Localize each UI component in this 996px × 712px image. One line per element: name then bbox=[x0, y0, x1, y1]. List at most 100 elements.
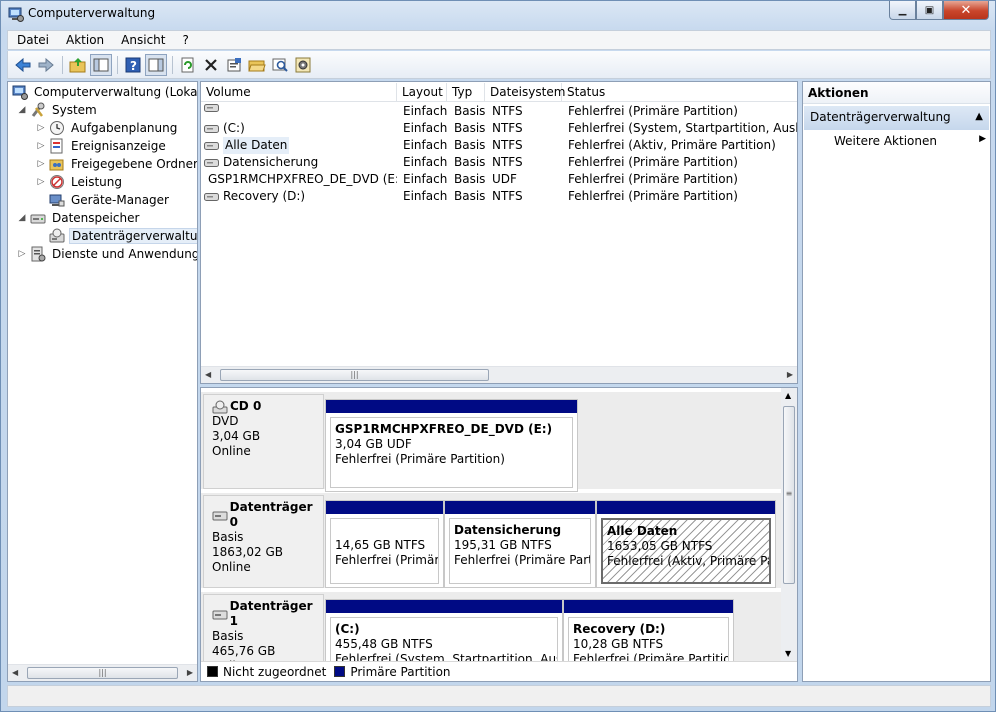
primary-partition-bar bbox=[326, 600, 562, 613]
view-icon[interactable] bbox=[145, 53, 167, 76]
column-volume[interactable]: Volume bbox=[201, 83, 397, 102]
maximize-button[interactable]: ▣ bbox=[916, 1, 943, 20]
tree-label: Datenträgerverwaltung bbox=[69, 228, 197, 244]
tree-item-datentraegerverwaltung[interactable]: Datenträgerverwaltung bbox=[47, 227, 197, 245]
scrollbar-thumb[interactable]: ≡ bbox=[783, 406, 795, 584]
partition-status: Fehlerfrei (Primäre P bbox=[335, 553, 439, 567]
column-layout[interactable]: Layout bbox=[397, 83, 447, 102]
scroll-right-icon[interactable]: ▶ bbox=[787, 370, 793, 379]
column-typ[interactable]: Typ bbox=[447, 83, 485, 102]
show-hide-tree-icon[interactable] bbox=[90, 53, 112, 76]
expand-arrow-icon[interactable]: ▷ bbox=[35, 123, 47, 133]
collapse-arrow-icon[interactable]: ◢ bbox=[16, 105, 28, 115]
volume-list-horizontal-scrollbar[interactable]: ◀ ||| ▶ bbox=[201, 366, 797, 383]
primary-partition-bar bbox=[564, 600, 733, 613]
expand-arrow-icon[interactable]: ▷ bbox=[16, 249, 28, 259]
partition-size: 1653,05 GB NTFS bbox=[607, 539, 713, 553]
partition-status: Fehlerfrei (Primäre Partitio bbox=[454, 553, 591, 567]
properties-icon[interactable] bbox=[223, 54, 245, 76]
scroll-left-icon[interactable]: ◀ bbox=[12, 668, 18, 677]
disk-label-1[interactable]: Datenträger 1 Basis 465,76 GB Online bbox=[203, 594, 324, 673]
tree-item-datenspeicher[interactable]: ◢ Datenspeicher bbox=[16, 209, 141, 227]
volume-row[interactable]: Einfach Basis NTFS Fehlerfrei (Primäre P… bbox=[201, 103, 797, 120]
tree-item-aufgabenplanung[interactable]: ▷ Aufgabenplanung bbox=[35, 119, 179, 137]
partition-disk0-datensicherung[interactable]: Datensicherung 195,31 GB NTFS Fehlerfrei… bbox=[444, 500, 596, 588]
device-manager-icon bbox=[49, 192, 65, 208]
back-icon[interactable] bbox=[12, 54, 34, 76]
tree-item-system[interactable]: ◢ System bbox=[16, 101, 99, 119]
actions-section-datentraegerverwaltung[interactable]: Datenträgerverwaltung ▲ bbox=[804, 106, 989, 130]
tree-label: Geräte-Manager bbox=[71, 193, 169, 207]
refresh-icon[interactable] bbox=[177, 54, 199, 76]
actions-section-label: Datenträgerverwaltung bbox=[810, 110, 951, 124]
disk-map: CD 0 DVD 3,04 GB Online GSP1RMCHPXFREO_D… bbox=[200, 387, 798, 682]
up-folder-icon[interactable] bbox=[67, 54, 89, 76]
column-dateisystem[interactable]: Dateisystem bbox=[485, 83, 565, 102]
scrollbar-thumb[interactable]: ||| bbox=[27, 667, 178, 679]
disk-label-0[interactable]: Datenträger 0 Basis 1863,02 GB Online bbox=[203, 495, 324, 588]
volume-name: Alle Daten bbox=[223, 137, 290, 154]
expand-arrow-icon[interactable]: ▷ bbox=[35, 177, 47, 187]
performance-icon bbox=[49, 174, 65, 190]
volume-type: Basis bbox=[454, 138, 486, 152]
scroll-right-icon[interactable]: ▶ bbox=[187, 668, 193, 677]
actions-header: Aktionen bbox=[803, 82, 990, 104]
toolbar-separator bbox=[117, 55, 118, 74]
expand-arrow-icon[interactable]: ▷ bbox=[35, 141, 47, 151]
delete-icon[interactable] bbox=[200, 54, 222, 76]
partition-disk0-alle-daten[interactable]: Alle Daten 1653,05 GB NTFS Fehlerfrei (A… bbox=[596, 500, 776, 588]
volume-filesystem: NTFS bbox=[492, 189, 523, 203]
volume-status: Fehlerfrei (Primäre Partition) bbox=[568, 189, 738, 203]
weitere-aktionen-item[interactable]: Weitere Aktionen ▶ bbox=[834, 134, 986, 148]
tree-item-geraete-manager[interactable]: Geräte-Manager bbox=[47, 191, 171, 209]
tree-item-root[interactable]: Computerverwaltung (Lokal) bbox=[10, 83, 197, 101]
tree-item-ereignisanzeige[interactable]: ▷ Ereignisanzeige bbox=[35, 137, 168, 155]
menu-ansicht[interactable]: Ansicht bbox=[112, 33, 173, 47]
volume-row[interactable]: (C:) Einfach Basis NTFS Fehlerfrei (Syst… bbox=[201, 120, 797, 137]
volume-row[interactable]: GSP1RMCHPXFREO_DE_DVD (E:) Einfach Basis… bbox=[201, 171, 797, 188]
tree-item-dienste[interactable]: ▷ Dienste und Anwendungen bbox=[16, 245, 197, 263]
search-icon[interactable] bbox=[269, 54, 291, 76]
scroll-up-icon[interactable]: ▲ bbox=[785, 391, 791, 400]
partition-name bbox=[335, 523, 438, 538]
volume-row[interactable]: Datensicherung Einfach Basis NTFS Fehler… bbox=[201, 154, 797, 171]
disk-type: Basis bbox=[212, 530, 244, 544]
menu-datei[interactable]: Datei bbox=[8, 33, 57, 47]
drive-icon bbox=[204, 104, 219, 112]
forward-icon[interactable] bbox=[35, 54, 57, 76]
collapse-arrow-icon[interactable]: ◢ bbox=[16, 213, 28, 223]
open-icon[interactable] bbox=[246, 54, 268, 76]
disk-map-vertical-scrollbar[interactable]: ▲ ≡ ▼ bbox=[781, 388, 797, 661]
partition-disk1-c[interactable]: (C:) 455,48 GB NTFS Fehlerfrei (System, … bbox=[325, 599, 563, 669]
tree-item-leistung[interactable]: ▷ Leistung bbox=[35, 173, 124, 191]
column-status[interactable]: Status bbox=[562, 83, 797, 102]
scroll-left-icon[interactable]: ◀ bbox=[205, 370, 211, 379]
legend-primary: Primäre Partition bbox=[350, 664, 451, 679]
partition-size: 14,65 GB NTFS bbox=[335, 538, 426, 552]
settings-icon[interactable] bbox=[292, 54, 314, 76]
volume-row[interactable]: Recovery (D:) Einfach Basis NTFS Fehlerf… bbox=[201, 188, 797, 205]
tree-label: System bbox=[52, 103, 97, 117]
collapse-up-icon[interactable]: ▲ bbox=[975, 111, 983, 122]
partition-disk0-1[interactable]: 14,65 GB NTFS Fehlerfrei (Primäre P bbox=[325, 500, 444, 588]
minimize-button[interactable]: ▁ bbox=[889, 1, 916, 20]
disk-label-cd0[interactable]: CD 0 DVD 3,04 GB Online bbox=[203, 394, 324, 489]
drive-icon bbox=[204, 124, 219, 133]
tree-item-freigegebene-ordner[interactable]: ▷ Freigegebene Ordner bbox=[35, 155, 197, 173]
close-button[interactable]: ✕ bbox=[943, 1, 989, 20]
caption-buttons: ▁ ▣ ✕ bbox=[889, 1, 989, 20]
expand-arrow-icon[interactable]: ▷ bbox=[35, 159, 47, 169]
scroll-down-icon[interactable]: ▼ bbox=[785, 649, 791, 658]
tree-horizontal-scrollbar[interactable]: ◀ ||| ▶ bbox=[8, 664, 197, 681]
partition-cd0-e[interactable]: GSP1RMCHPXFREO_DE_DVD (E:) 3,04 GB UDF F… bbox=[325, 399, 578, 492]
volume-status: Fehlerfrei (System, Startpartition, Ausl… bbox=[568, 121, 797, 135]
help-icon[interactable]: ? bbox=[122, 54, 144, 76]
disk-size: 465,76 GB bbox=[212, 644, 276, 658]
volume-row[interactable]: Alle Daten Einfach Basis NTFS Fehlerfrei… bbox=[201, 137, 797, 154]
event-viewer-icon bbox=[49, 138, 65, 154]
partition-disk1-recovery[interactable]: Recovery (D:) 10,28 GB NTFS Fehlerfrei (… bbox=[563, 599, 734, 669]
navigation-tree: Computerverwaltung (Lokal) ◢ System ▷ Au… bbox=[7, 81, 198, 682]
scrollbar-thumb[interactable]: ||| bbox=[220, 369, 489, 381]
menu-aktion[interactable]: Aktion bbox=[57, 33, 112, 47]
menu-help[interactable]: ? bbox=[173, 33, 196, 47]
